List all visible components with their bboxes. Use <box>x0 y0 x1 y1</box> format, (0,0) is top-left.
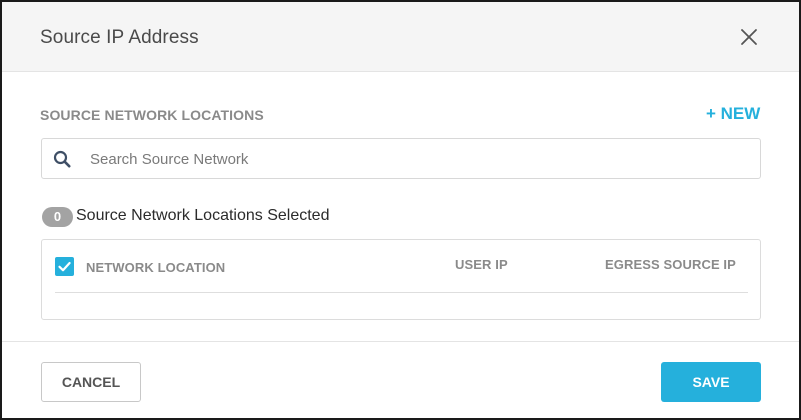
search-input[interactable] <box>90 145 740 173</box>
checkmark-icon <box>58 261 71 272</box>
column-header-user-ip[interactable]: USER IP <box>455 257 508 272</box>
new-network-location-button[interactable]: + NEW <box>706 104 760 124</box>
search-field <box>41 138 761 179</box>
save-button[interactable]: SAVE <box>661 362 761 402</box>
network-locations-table: NETWORK LOCATION USER IP EGRESS SOURCE I… <box>41 239 761 320</box>
selected-count-badge: 0 <box>42 207 73 227</box>
search-icon <box>53 150 71 168</box>
column-header-network-location[interactable]: NETWORK LOCATION <box>86 260 225 275</box>
source-ip-dialog: Source IP Address SOURCE NETWORK LOCATIO… <box>0 0 801 420</box>
footer-divider <box>2 341 799 342</box>
select-all-checkbox[interactable] <box>55 257 74 276</box>
close-icon <box>741 29 757 45</box>
dialog-header: Source IP Address <box>2 2 799 72</box>
column-header-egress-source-ip[interactable]: EGRESS SOURCE IP <box>605 257 736 272</box>
selected-count-label: Source Network Locations Selected <box>76 207 330 224</box>
cancel-button[interactable]: CANCEL <box>41 362 141 402</box>
close-button[interactable] <box>738 26 760 48</box>
dialog-title: Source IP Address <box>40 27 199 48</box>
source-network-locations-label: SOURCE NETWORK LOCATIONS <box>40 107 264 123</box>
table-header-divider <box>55 292 748 293</box>
